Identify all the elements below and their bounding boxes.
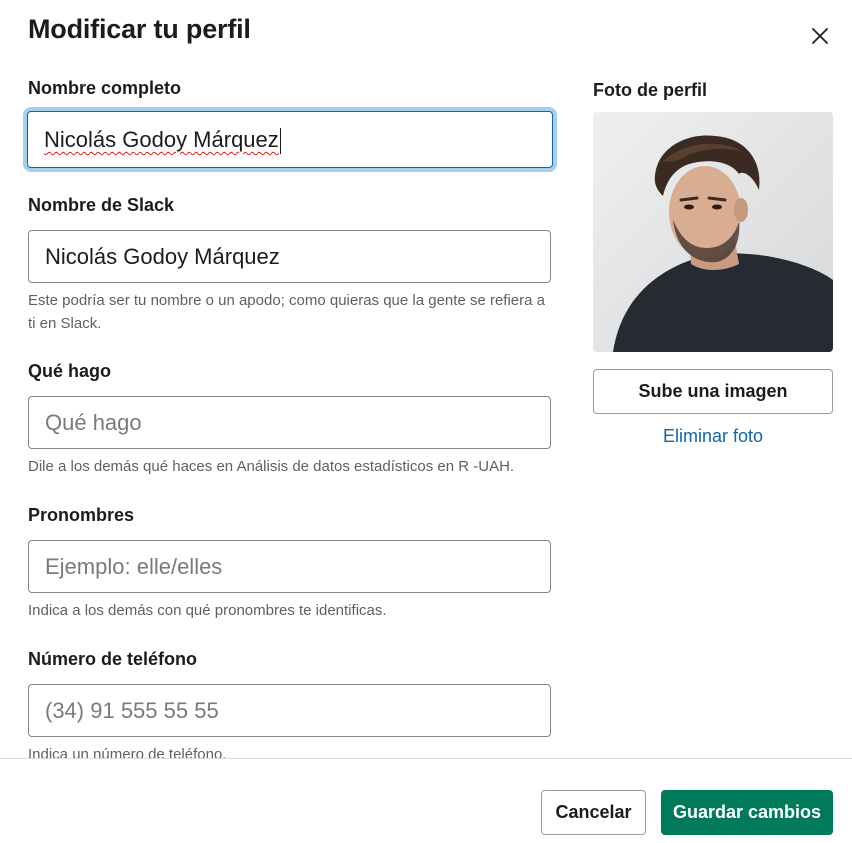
modal-footer: Cancelar Guardar cambios <box>0 758 852 843</box>
phone-hint: Indica un número de teléfono. <box>28 746 227 758</box>
close-button[interactable] <box>806 22 834 50</box>
slack-name-hint: Este podría ser tu nombre o un apodo; co… <box>28 292 545 332</box>
form-scroll-area[interactable]: Nombre completo Nicolás Godoy Márquez No… <box>0 64 852 758</box>
pronouns-hint: Indica a los demás con qué pronombres te… <box>28 602 387 619</box>
slack-name-input[interactable]: Nicolás Godoy Márquez <box>28 230 551 283</box>
full-name-input[interactable]: Nicolás Godoy Márquez <box>27 111 553 168</box>
slack-name-label: Nombre de Slack <box>28 195 175 215</box>
text-caret <box>279 128 281 155</box>
pronouns-input[interactable]: Ejemplo: elle/elles <box>28 540 551 593</box>
what-i-do-input[interactable]: Qué hago <box>28 396 551 449</box>
pronouns-label: Pronombres <box>28 505 135 525</box>
modal-title: Modificar tu perfil <box>28 14 251 44</box>
upload-image-button[interactable]: Sube una imagen <box>593 369 833 414</box>
phone-label: Número de teléfono <box>28 649 198 669</box>
full-name-value: Nicolás Godoy Márquez <box>44 127 279 152</box>
profile-photo-image <box>593 112 833 352</box>
edit-profile-modal: Modificar tu perfil Nombre completo Nico… <box>0 0 852 843</box>
what-i-do-label: Qué hago <box>28 361 112 381</box>
full-name-label: Nombre completo <box>28 78 182 98</box>
save-changes-button[interactable]: Guardar cambios <box>661 790 833 835</box>
profile-photo-label: Foto de perfil <box>593 80 707 100</box>
remove-photo-link[interactable]: Eliminar foto <box>593 426 833 447</box>
cancel-button[interactable]: Cancelar <box>541 790 646 835</box>
profile-photo <box>593 112 833 352</box>
phone-input[interactable]: (34) 91 555 55 55 <box>28 684 551 737</box>
what-i-do-hint: Dile a los demás qué haces en Análisis d… <box>28 458 515 475</box>
close-icon <box>812 28 828 44</box>
